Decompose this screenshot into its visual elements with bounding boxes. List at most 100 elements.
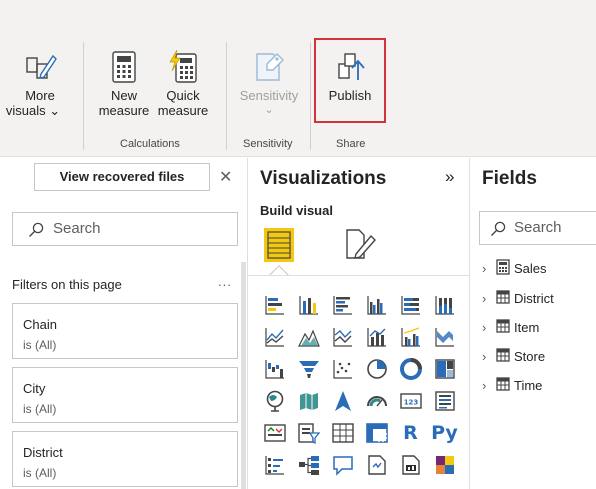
calculations-group-label: Calculations bbox=[120, 138, 180, 150]
new-measure-label-2: measure bbox=[98, 103, 150, 118]
quick-measure-label-2: measure bbox=[157, 103, 209, 118]
line-and-stacked-column-icon[interactable] bbox=[362, 322, 391, 352]
more-options-icon[interactable]: ... bbox=[218, 274, 232, 289]
field-table-district[interactable]: › District bbox=[482, 288, 554, 308]
paginated-report-icon[interactable] bbox=[396, 450, 425, 480]
sensitivity-button[interactable]: Sensitivity ⌄ bbox=[233, 50, 305, 118]
visualizations-divider bbox=[248, 275, 469, 276]
ribbon-separator bbox=[310, 42, 311, 150]
clustered-column-chart-icon[interactable] bbox=[362, 290, 391, 320]
clustered-bar-chart-icon[interactable] bbox=[328, 290, 357, 320]
py-label: Py bbox=[431, 422, 458, 444]
filter-field-name: City bbox=[23, 381, 46, 396]
r-script-visual-icon[interactable]: R bbox=[396, 418, 425, 448]
ribbon: More visuals ⌄ New measure Quick measure… bbox=[0, 0, 596, 157]
filled-map-icon[interactable] bbox=[294, 386, 323, 416]
azure-map-icon[interactable] bbox=[328, 386, 357, 416]
field-table-label: Item bbox=[514, 319, 540, 335]
chevron-right-icon[interactable]: › bbox=[482, 261, 492, 276]
100pct-stacked-bar-chart-icon[interactable] bbox=[396, 290, 425, 320]
filters-pane: View recovered files ✕ Search Filters on… bbox=[0, 158, 247, 489]
smart-narrative-icon[interactable] bbox=[362, 450, 391, 480]
filter-card-district[interactable]: District is (All) bbox=[12, 431, 238, 487]
funnel-chart-icon[interactable] bbox=[294, 354, 323, 384]
stacked-column-chart-icon[interactable] bbox=[294, 290, 323, 320]
filter-card-chain[interactable]: Chain is (All) bbox=[12, 303, 238, 359]
visualizations-pane: Visualizations » Build visual 123 R Py bbox=[247, 158, 470, 489]
filter-field-value: is (All) bbox=[23, 466, 57, 480]
line-chart-icon[interactable] bbox=[260, 322, 289, 352]
field-table-label: Time bbox=[514, 377, 543, 393]
filter-field-value: is (All) bbox=[23, 338, 57, 352]
close-icon[interactable]: ✕ bbox=[219, 167, 232, 187]
filters-search-input[interactable]: Search bbox=[12, 212, 238, 246]
field-table-sales[interactable]: › Sales bbox=[482, 258, 547, 278]
filter-field-value: is (All) bbox=[23, 402, 57, 416]
field-table-store[interactable]: › Store bbox=[482, 346, 545, 366]
fields-search-input[interactable]: Search bbox=[479, 211, 596, 245]
qa-icon[interactable] bbox=[328, 450, 357, 480]
ribbon-chart-icon[interactable] bbox=[430, 322, 459, 352]
chevron-right-icon[interactable]: › bbox=[482, 378, 492, 393]
sensitivity-label: Sensitivity bbox=[239, 88, 299, 103]
waterfall-chart-icon[interactable] bbox=[260, 354, 289, 384]
visual-types-gallery: 123 R Py bbox=[260, 290, 459, 480]
field-table-label: Sales bbox=[514, 260, 547, 276]
build-visual-label: Build visual bbox=[260, 203, 333, 218]
measure-table-icon bbox=[496, 258, 510, 278]
view-recovered-files-button[interactable]: View recovered files bbox=[34, 163, 210, 191]
field-table-time[interactable]: › Time bbox=[482, 375, 542, 395]
quick-measure-icon bbox=[169, 50, 197, 83]
power-apps-icon[interactable] bbox=[430, 450, 459, 480]
stacked-bar-chart-icon[interactable] bbox=[260, 290, 289, 320]
field-table-item[interactable]: › Item bbox=[482, 317, 539, 337]
publish-button[interactable]: Publish bbox=[317, 50, 383, 103]
chevron-right-icon[interactable]: › bbox=[482, 291, 492, 306]
svg-text:123: 123 bbox=[403, 399, 418, 407]
slicer-icon[interactable] bbox=[294, 418, 323, 448]
build-visual-icon[interactable] bbox=[264, 228, 294, 262]
donut-chart-icon[interactable] bbox=[396, 354, 425, 384]
new-measure-button[interactable]: New measure bbox=[96, 50, 152, 118]
search-icon bbox=[29, 222, 44, 237]
treemap-icon[interactable] bbox=[430, 354, 459, 384]
filters-on-page-heading: Filters on this page bbox=[12, 277, 122, 292]
table-icon bbox=[496, 289, 510, 307]
multi-row-card-icon[interactable] bbox=[430, 386, 459, 416]
visualizations-title: Visualizations bbox=[260, 168, 387, 189]
card-icon[interactable]: 123 bbox=[396, 386, 425, 416]
sensitivity-chevron-icon: ⌄ bbox=[264, 104, 274, 116]
more-visuals-icon bbox=[26, 54, 57, 79]
pie-chart-icon[interactable] bbox=[362, 354, 391, 384]
sensitivity-group-label: Sensitivity bbox=[243, 138, 293, 150]
decomposition-tree-icon[interactable] bbox=[294, 450, 323, 480]
publish-icon bbox=[338, 53, 365, 80]
python-visual-icon[interactable]: Py bbox=[430, 418, 459, 448]
kpi-icon[interactable] bbox=[260, 418, 289, 448]
expand-pane-icon[interactable]: » bbox=[445, 167, 454, 187]
format-visual-icon[interactable] bbox=[344, 226, 378, 262]
chevron-right-icon[interactable]: › bbox=[482, 320, 492, 335]
filters-scrollbar[interactable] bbox=[241, 262, 246, 489]
field-table-label: Store bbox=[514, 348, 546, 364]
more-visuals-label-1: More bbox=[25, 88, 55, 103]
100pct-stacked-column-chart-icon[interactable] bbox=[430, 290, 459, 320]
quick-measure-button[interactable]: Quick measure bbox=[155, 50, 211, 118]
fields-pane: Fields Search › Sales › District › Item › Store… bbox=[471, 158, 596, 489]
matrix-icon[interactable] bbox=[362, 418, 391, 448]
chevron-right-icon[interactable]: › bbox=[482, 349, 492, 364]
filters-search-placeholder: Search bbox=[53, 220, 101, 237]
search-icon bbox=[491, 221, 506, 236]
field-table-label: District bbox=[514, 290, 554, 306]
filter-card-city[interactable]: City is (All) bbox=[12, 367, 238, 423]
table-icon[interactable] bbox=[328, 418, 357, 448]
line-and-clustered-column-icon[interactable] bbox=[396, 322, 425, 352]
area-chart-icon[interactable] bbox=[294, 322, 323, 352]
map-icon[interactable] bbox=[260, 386, 289, 416]
quick-measure-label-1: Quick bbox=[166, 88, 200, 103]
stacked-area-chart-icon[interactable] bbox=[328, 322, 357, 352]
scatter-chart-icon[interactable] bbox=[328, 354, 357, 384]
gauge-icon[interactable] bbox=[362, 386, 391, 416]
more-visuals-button[interactable]: More visuals ⌄ bbox=[6, 50, 71, 118]
key-influencers-icon[interactable] bbox=[260, 450, 289, 480]
